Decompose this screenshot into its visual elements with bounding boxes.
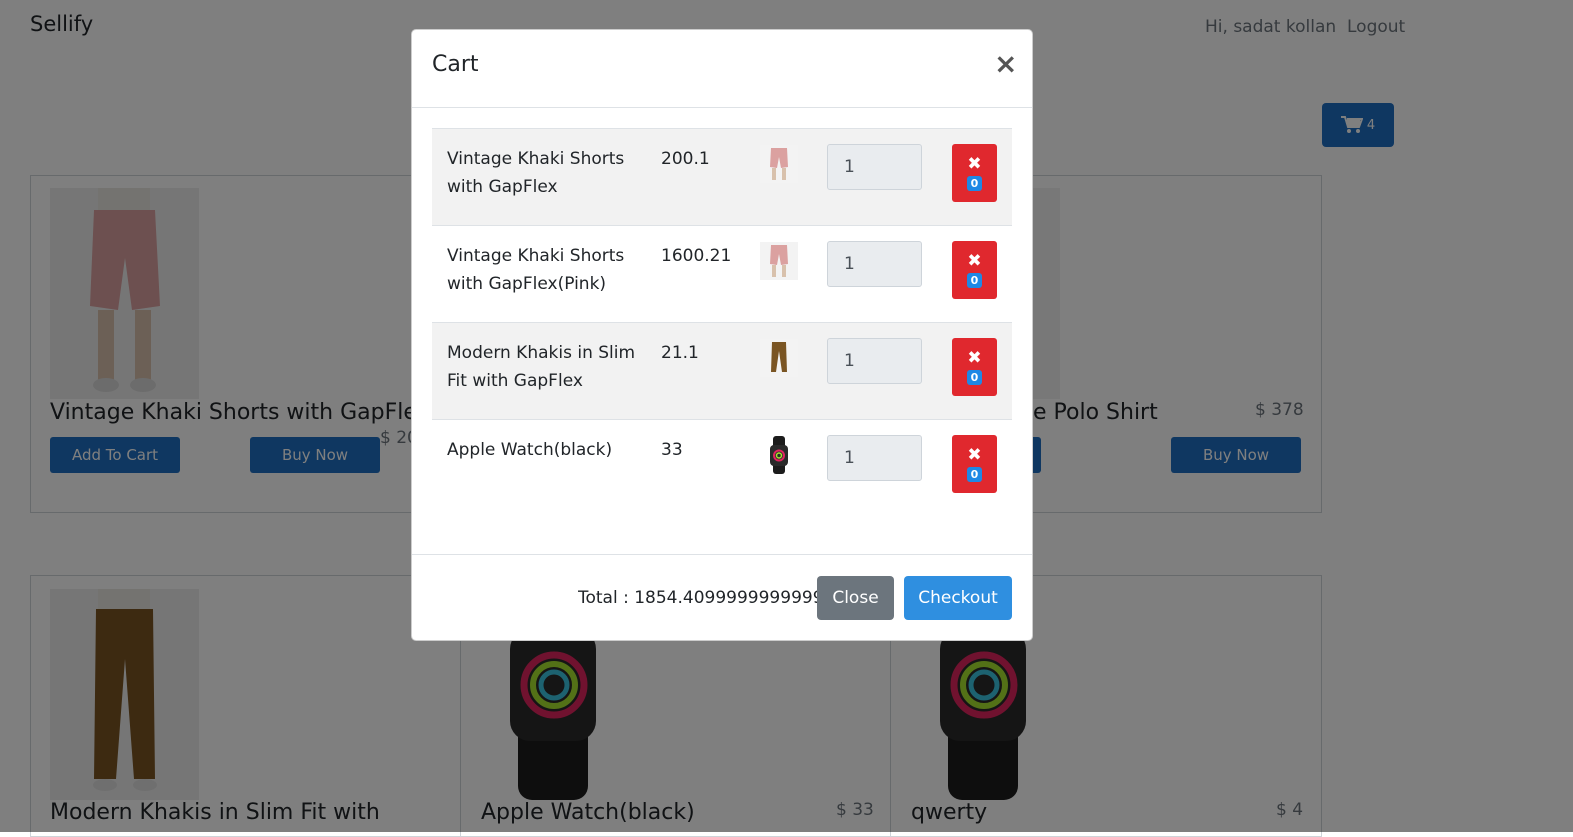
checkout-button[interactable]: Checkout [904, 576, 1012, 620]
quantity-input[interactable] [827, 338, 922, 384]
item-name: Vintage Khaki Shorts with GapFlex(Pink) [447, 246, 625, 294]
close-icon: ✖ [967, 347, 982, 368]
close-icon: ✖ [967, 250, 982, 271]
item-name: Apple Watch(black) [447, 440, 613, 460]
modal-title: Cart [432, 52, 479, 77]
item-thumbnail [760, 145, 798, 183]
cart-modal: Cart × Vintage Khaki Shorts with GapFlex… [411, 29, 1033, 641]
item-price: 33 [661, 440, 683, 460]
count-badge: 0 [966, 369, 983, 385]
close-icon: ✖ [967, 444, 982, 465]
close-button[interactable]: Close [817, 576, 894, 620]
table-row: Modern Khakis in Slim Fit with GapFlex 2… [432, 322, 1012, 419]
table-row: Vintage Khaki Shorts with GapFlex(Pink) … [432, 225, 1012, 322]
item-name: Vintage Khaki Shorts with GapFlex [447, 149, 625, 197]
close-icon: ✖ [967, 153, 982, 174]
remove-item-button[interactable]: ✖ 0 [952, 241, 997, 299]
item-thumbnail [760, 339, 798, 377]
cart-total: Total : 1854.4099999999999 [578, 588, 818, 608]
close-icon[interactable]: × [994, 48, 1017, 80]
modal-footer: Total : 1854.4099999999999 Close Checkou… [412, 554, 1032, 641]
cart-table: Vintage Khaki Shorts with GapFlex 200.1 … [432, 128, 1012, 516]
item-price: 200.1 [661, 149, 710, 169]
item-price: 21.1 [661, 343, 699, 363]
table-row: Apple Watch(black) 33 ✖ 0 [432, 419, 1012, 516]
quantity-input[interactable] [827, 144, 922, 190]
quantity-input[interactable] [827, 241, 922, 287]
item-name: Modern Khakis in Slim Fit with GapFlex [447, 343, 636, 391]
item-thumbnail [760, 242, 798, 280]
remove-item-button[interactable]: ✖ 0 [952, 338, 997, 396]
remove-item-button[interactable]: ✖ 0 [952, 144, 997, 202]
modal-header: Cart × [412, 30, 1032, 108]
count-badge: 0 [966, 272, 983, 288]
remove-item-button[interactable]: ✖ 0 [952, 435, 997, 493]
table-row: Vintage Khaki Shorts with GapFlex 200.1 … [432, 128, 1012, 225]
count-badge: 0 [966, 175, 983, 191]
count-badge: 0 [966, 466, 983, 482]
quantity-input[interactable] [827, 435, 922, 481]
item-thumbnail [760, 436, 798, 474]
item-price: 1600.21 [661, 246, 732, 266]
